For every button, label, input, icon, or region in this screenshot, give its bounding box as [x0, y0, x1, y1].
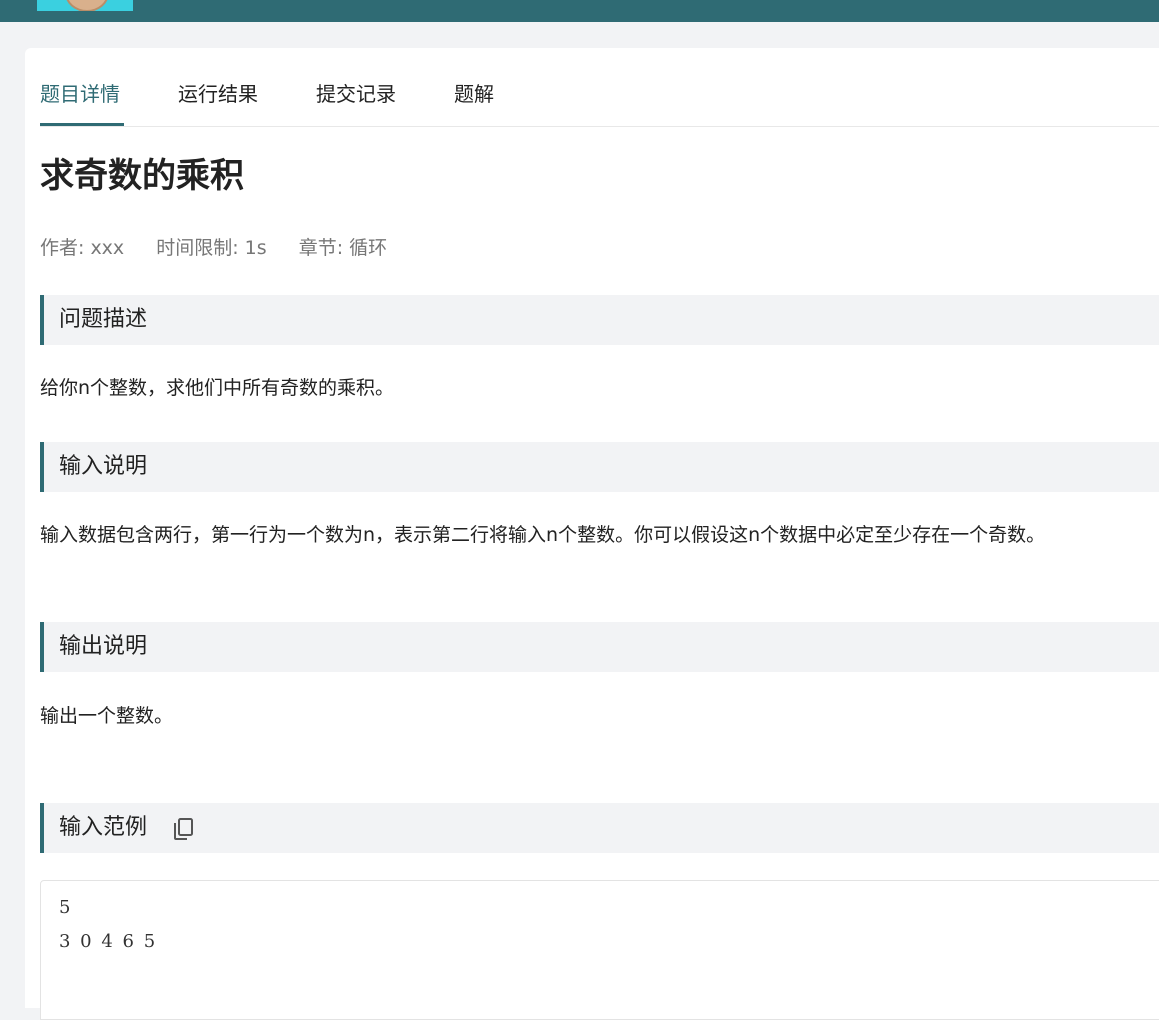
section-heading-label: 输入说明 [59, 454, 148, 479]
tab-problem-detail[interactable]: 题目详情 [40, 80, 120, 108]
copy-icon[interactable] [172, 817, 194, 841]
avatar[interactable] [37, 0, 133, 11]
description-text: 给你n个整数，求他们中所有奇数的乘积。 [40, 377, 395, 399]
active-tab-indicator [40, 123, 124, 126]
section-heading-input: 输入说明 [40, 442, 1159, 492]
time-limit-label: 时间限制: 1s [156, 237, 267, 259]
problem-title: 求奇数的乘积 [40, 156, 244, 196]
section-heading-sample-input: 输入范例 [40, 803, 1159, 853]
avatar-image [65, 0, 109, 11]
code-line: 5 [59, 897, 73, 918]
tab-solutions[interactable]: 题解 [454, 80, 494, 108]
tab-run-result[interactable]: 运行结果 [178, 80, 258, 108]
output-description-text: 输出一个整数。 [40, 705, 174, 727]
input-description-text: 输入数据包含两行，第一行为一个数为n，表示第二行将输入n个整数。你可以假设这n个… [40, 524, 1046, 546]
problem-meta: 作者: xxx 时间限制: 1s 章节: 循环 [40, 234, 413, 262]
problem-card: 题目详情 运行结果 提交记录 题解 求奇数的乘积 作者: xxx 时间限制: 1… [25, 48, 1159, 1020]
code-line: 3 0 4 6 5 [59, 931, 158, 952]
section-heading-description: 问题描述 [40, 295, 1159, 345]
sample-input-code-block: 5 3 0 4 6 5 [40, 880, 1159, 1020]
chapter-label: 章节: 循环 [298, 237, 388, 259]
author-label: 作者: xxx [40, 237, 125, 259]
section-heading-label: 问题描述 [59, 307, 148, 332]
section-heading-output: 输出说明 [40, 622, 1159, 672]
top-navigation-bar [0, 0, 1159, 22]
section-heading-label: 输出说明 [59, 634, 148, 659]
section-heading-label: 输入范例 [59, 815, 148, 840]
tab-submission-records[interactable]: 提交记录 [316, 80, 396, 108]
tab-bar: 题目详情 运行结果 提交记录 题解 [40, 48, 1159, 127]
